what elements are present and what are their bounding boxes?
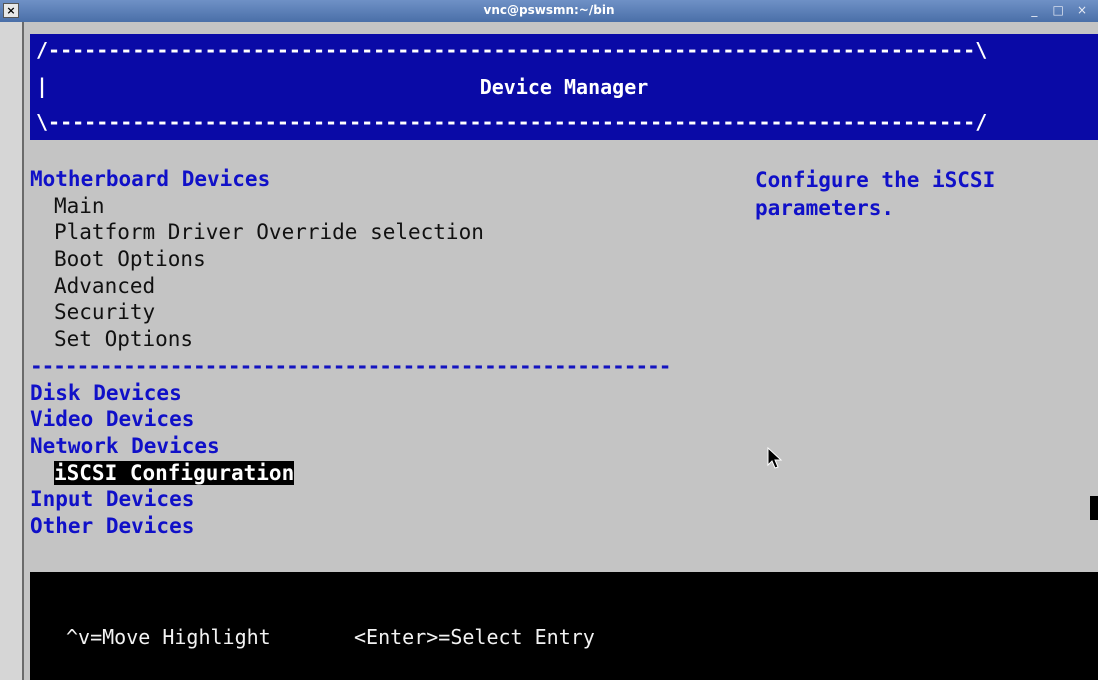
window-left-frame <box>0 22 24 680</box>
device-menu: Motherboard Devices Main Platform Driver… <box>30 166 750 540</box>
menu-category-motherboard-devices[interactable]: Motherboard Devices <box>30 166 750 193</box>
window-title-bar[interactable]: × vnc@pswsmn:~/bin _ □ × <box>0 0 1098 22</box>
mouse-pointer-icon <box>767 446 785 475</box>
maximize-icon[interactable]: □ <box>1050 3 1068 17</box>
window-title: vnc@pswsmn:~/bin <box>483 3 615 17</box>
header-border-bottom: \---------------------------------------… <box>36 110 988 134</box>
device-manager-header: /---------------------------------------… <box>30 34 1098 140</box>
close-icon[interactable]: × <box>1074 3 1092 17</box>
menu-category-network-devices[interactable]: Network Devices <box>30 433 750 460</box>
text-cursor-block <box>1090 496 1098 520</box>
window-controls: _ □ × <box>1026 3 1092 17</box>
menu-item-boot-options[interactable]: Boot Options <box>30 246 750 273</box>
menu-item-iscsi-configuration[interactable]: iSCSI Configuration <box>30 460 750 487</box>
terminal-area[interactable]: /---------------------------------------… <box>24 22 1098 680</box>
key-hint-select-entry: <Enter>=Select Entry <box>354 625 595 649</box>
highlighted-entry[interactable]: iSCSI Configuration <box>54 460 295 485</box>
help-text: Configure the iSCSI parameters. <box>755 166 1075 222</box>
header-border-top: /---------------------------------------… <box>36 38 988 62</box>
menu-item-main[interactable]: Main <box>30 193 750 220</box>
help-line-1: Configure the iSCSI <box>755 168 996 192</box>
menu-category-input-devices[interactable]: Input Devices <box>30 486 750 513</box>
menu-item-platform-driver-override[interactable]: Platform Driver Override selection <box>30 219 750 246</box>
menu-item-security[interactable]: Security <box>30 299 750 326</box>
menu-category-disk-devices[interactable]: Disk Devices <box>30 380 750 407</box>
minimize-icon[interactable]: _ <box>1026 3 1044 17</box>
key-hint-move-highlight: ^v=Move Highlight <box>66 625 271 649</box>
menu-item-advanced[interactable]: Advanced <box>30 273 750 300</box>
menu-category-other-devices[interactable]: Other Devices <box>30 513 750 540</box>
menu-separator: ----------------------------------------… <box>30 353 671 378</box>
page-title: Device Manager <box>479 75 649 99</box>
menu-item-set-options[interactable]: Set Options <box>30 326 750 353</box>
menu-category-video-devices[interactable]: Video Devices <box>30 406 750 433</box>
key-help-footer: ^v=Move Highlight <Enter>=Select Entry <box>30 572 1098 680</box>
help-line-2: parameters. <box>755 196 895 220</box>
